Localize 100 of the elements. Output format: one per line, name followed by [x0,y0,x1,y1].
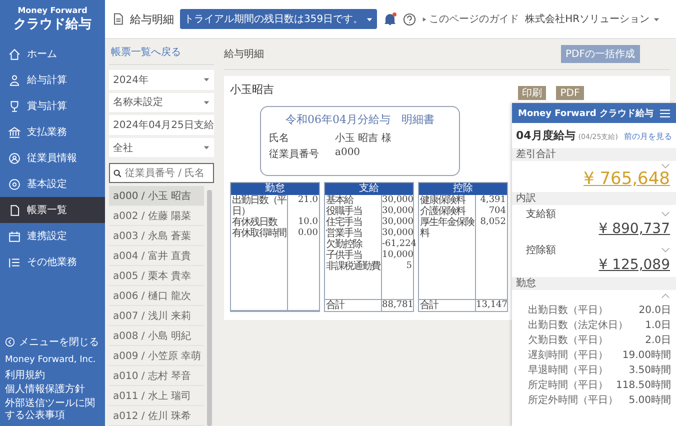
table-cell: 30,000 [382,217,413,228]
nav-item[interactable]: 連携設定 [0,223,105,249]
net-amount: ¥ 765,648 [583,169,670,189]
employee-item[interactable]: a006 / 樋口 龍次 [109,286,204,306]
table-cell-text: 704 [488,206,507,217]
help-icon[interactable] [403,12,416,26]
section-label: 差引合計 [512,148,676,161]
table-cell: 基本給 [325,195,382,206]
attendance-label: 欠勤日数（平日） [528,334,608,346]
table-cell: 合計 [325,300,382,311]
chevron-up-icon[interactable] [661,293,670,299]
employee-item[interactable]: a011 / 水上 瑞司 [109,386,204,406]
section-label: 内訳 [512,192,676,205]
back-link[interactable]: 帳票一覧へ戻る [109,39,214,65]
chevron-down-icon[interactable] [661,163,670,169]
employee-item[interactable]: a000 / 小玉 昭吉 [109,186,204,206]
attendance-label: 出勤日数（平日） [528,304,608,316]
company-menu[interactable]: 株式会社HRソリューション [525,12,660,26]
month-title: 04月度給与 [516,128,576,143]
employee-item[interactable]: a005 / 栗本 貴幸 [109,266,204,286]
brand-logo: Money Forward クラウド給与 [518,107,654,120]
filter-select[interactable]: 2024年04月25日支給 [109,115,214,135]
field-value: a000 [335,147,360,160]
attendance-value: 20.0日 [638,304,671,316]
footer-link[interactable]: 外部送信ツールに関する公表事項 [5,398,100,422]
nav-item[interactable]: 従業員情報 [0,145,105,171]
section-label: 勤怠 [512,277,676,290]
menu-icon[interactable] [660,108,670,118]
caret-icon [203,76,210,84]
table-cell: 欠勤控除 [325,239,382,250]
amount: ¥ 125,089 [598,257,670,274]
table-cell: 役職手当 [325,206,382,217]
table-header: 支給 [325,183,413,195]
collapse-menu-link[interactable]: メニューを閉じる [5,335,100,349]
attendance-value: 19.00時間 [622,348,671,362]
table-cell: 子供手当 [325,250,382,261]
nav-item[interactable]: 支払業務 [0,119,105,145]
previous-month-link[interactable]: 前の月を見る [624,131,672,142]
employee-item[interactable]: a010 / 志村 琴音 [109,366,204,386]
employee-item[interactable]: a007 / 浅川 来莉 [109,306,204,326]
filter-select[interactable]: 名称未設定 [109,92,214,112]
attendance-label: 所定外時間（平日） [528,394,618,406]
employee-item[interactable]: a003 / 永島 蒼葉 [109,226,204,246]
attendance-value: 2.0日 [645,334,671,346]
employee-item[interactable]: a008 / 小島 明紀 [109,326,204,346]
nav-item[interactable]: 給与計算 [0,67,105,93]
employee-item[interactable]: a009 / 小笠原 幸萌 [109,346,204,366]
employee-item[interactable]: a004 / 富井 直貴 [109,246,204,266]
document-icon [111,12,125,26]
brand-logo: Money Forward [18,6,88,15]
table-cell: 88,781 [382,300,413,311]
scrollbar[interactable] [207,190,212,426]
output-button[interactable]: 印刷 [518,86,546,100]
field-value: 小玉 昭吉 様 [335,132,392,145]
nav-item[interactable]: ホーム [0,41,105,67]
company-name: Money Forward, Inc. [5,355,97,365]
table-header: 勤怠 [231,183,319,195]
guide-link[interactable]: このページのガイド [422,12,520,26]
chevron-down-icon[interactable] [661,211,670,217]
filter-select[interactable]: 2024年 [109,70,214,90]
chevron-left-icon [5,337,15,347]
nav-item[interactable]: 基本設定 [0,171,105,197]
attendance-value: 118.50時間 [616,378,671,392]
footer-link[interactable]: 利用規約 [5,370,100,382]
page-title: 給与明細 [130,12,174,26]
table-header: 控除 [419,183,507,195]
play-icon [422,16,428,22]
nav-item[interactable]: 帳票一覧 [0,197,105,223]
calendar-icon [8,230,21,242]
caret-icon [203,144,210,152]
caret-icon [366,16,374,22]
table-cell-text: 21.0 [296,195,319,207]
employee-item[interactable]: a012 / 佐川 珠希 [109,406,204,426]
notification-icon[interactable] [383,12,398,26]
table-cell: 30,000 [382,195,413,206]
breakdown-label: 支給額 [526,208,556,221]
table-cell: 30,000 [382,206,413,217]
table-cell-text: 4,391 [479,195,507,206]
output-button[interactable]: PDF [556,86,584,100]
table-cell: 非課税通勤費 [325,261,382,272]
nav-item[interactable]: その他業務 [0,249,105,275]
list-icon [8,256,21,268]
table-cell: 10,000 [382,250,413,261]
employee-item[interactable]: a002 / 佐藤 陽菜 [109,206,204,226]
search-field[interactable]: 従業員番号 / 氏名 [109,163,214,183]
footer-link[interactable]: 個人情報保護方針 [5,384,100,396]
attendance-value: 5.00時間 [628,394,671,406]
attendance-label: 所定時間（平日） [528,378,608,392]
trial-notice-button[interactable]: トライアル期間の残日数は359日です。 [180,9,378,29]
table-cell: 住宅手当 [325,217,382,228]
caret-icon [652,16,660,22]
attendance-label: 出勤日数（法定休日） [528,318,628,332]
filter-select[interactable]: 全社 [109,138,214,158]
amount: ¥ 890,737 [598,221,670,238]
chevron-down-icon[interactable] [661,247,670,253]
nav-item[interactable]: 賞与計算 [0,93,105,119]
table-cell: 13,147 [476,300,507,311]
field-label: 氏名 [269,132,290,145]
field-label: 従業員番号 [269,148,320,161]
attendance-value: 1.0日 [645,318,671,332]
